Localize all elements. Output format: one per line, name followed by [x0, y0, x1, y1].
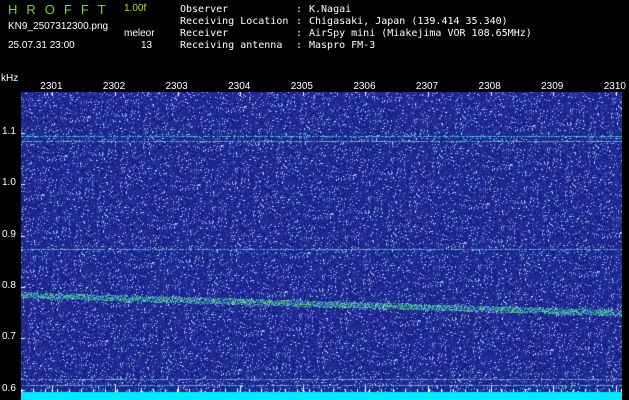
time-tick-label: 2305 [290, 81, 313, 92]
frequency-tick-label: 1.0 [2, 177, 16, 189]
observer-colon: : [296, 4, 303, 15]
time-tick-label: 2303 [165, 81, 188, 92]
spectrogram-canvas[interactable] [21, 92, 622, 400]
antenna-colon: : [296, 40, 303, 51]
frequency-tick-label: 0.7 [2, 331, 16, 343]
antenna-label: Receiving antenna [180, 40, 283, 51]
filename-label: KN9_2507312300.png [8, 21, 109, 32]
time-tick-label: 2309 [541, 81, 564, 92]
time-tick-label: 2310 [603, 81, 626, 92]
observer-label: Observer [180, 4, 229, 15]
frequency-tick-label: 0.9 [2, 228, 16, 240]
time-tick-label: 2308 [478, 81, 501, 92]
location-colon: : [296, 16, 303, 27]
hrofft-window: HROFFT 1.00f KN9_2507312300.png meleor 2… [0, 0, 629, 400]
mode-label: meleor [124, 28, 155, 39]
location-value: Chigasaki, Japan (139.414 35.340) [309, 16, 508, 27]
count-label: 13 [141, 40, 153, 51]
time-tick-label: 2306 [353, 81, 376, 92]
receiver-colon: : [296, 28, 303, 39]
timestamp-label: 25.07.31 23:00 [8, 40, 75, 51]
time-tick-label: 2304 [228, 81, 251, 92]
time-tick-label: 2302 [102, 81, 126, 92]
frequency-tick-label: 0.6 [2, 382, 16, 394]
frequency-tick-label: 0.8 [2, 280, 16, 292]
observer-value: K.Nagai [309, 4, 352, 15]
antenna-value: Maspro FM-3 [309, 40, 376, 51]
app-title: HROFFT [8, 2, 115, 17]
version-label: 1.00f [124, 3, 147, 14]
time-tick-label: 2301 [40, 81, 63, 92]
frequency-tick-label: 1.1 [2, 126, 16, 138]
y-axis-unit: kHz [1, 73, 19, 84]
time-tick-label: 2307 [415, 81, 439, 92]
location-label: Receiving Location [180, 16, 289, 27]
receiver-label: Receiver [180, 28, 229, 39]
receiver-value: AirSpy mini (Miakejima VOR 108.65MHz) [309, 28, 532, 39]
